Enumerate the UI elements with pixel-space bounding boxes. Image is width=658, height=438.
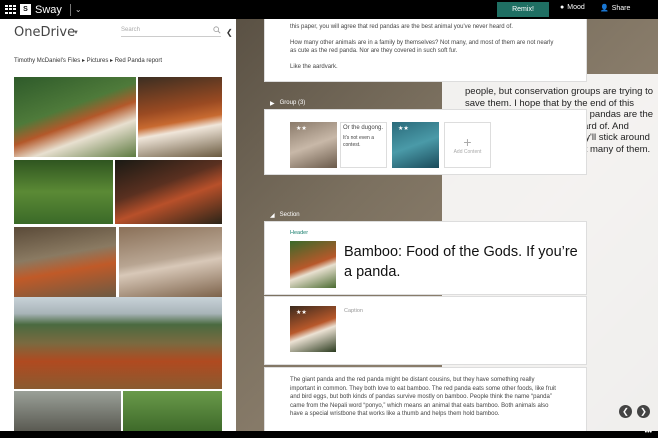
photo-thumbnail[interactable] <box>14 77 136 157</box>
section-label: Section <box>279 212 300 218</box>
header-image[interactable] <box>290 241 336 288</box>
breadcrumb-item[interactable]: Timothy McDaniel's Files <box>14 58 80 64</box>
text-card[interactable]: The giant panda and the red panda might … <box>265 368 586 431</box>
add-content-label: Add Content <box>453 149 482 155</box>
header-text[interactable]: Bamboo: Food of the Gods. If you’re a pa… <box>344 242 579 282</box>
previous-icon[interactable]: ❮ <box>619 405 632 418</box>
rating-stars-icon: ★★ <box>398 126 409 132</box>
app-launcher-icon[interactable] <box>5 4 17 15</box>
card-link[interactable]: Like the aardvark. <box>290 63 561 72</box>
mood-icon: ● <box>560 4 565 11</box>
dugong-thumbnail[interactable]: ★★ <box>392 122 439 168</box>
collapse-arrow-icon[interactable]: ◢ <box>270 212 275 219</box>
share-label: Share <box>611 4 631 12</box>
image-thumbnail[interactable]: ★★ <box>290 306 336 352</box>
photo-thumbnail[interactable] <box>14 297 222 389</box>
text-thumbnail[interactable]: Or the dugong. It's not even a contest. <box>340 122 387 168</box>
breadcrumb-separator: ▸ <box>81 58 85 64</box>
photo-thumbnail[interactable] <box>14 160 113 224</box>
app-name: Sway <box>35 3 62 16</box>
plus-icon: + <box>463 134 472 150</box>
photo-thumbnail[interactable] <box>123 391 222 431</box>
share-button[interactable]: 👤 Share <box>600 4 631 13</box>
storyline-canvas: people, but conservation groups are tryi… <box>236 19 658 431</box>
photo-thumbnail[interactable] <box>119 227 222 298</box>
search-icon[interactable] <box>213 26 221 34</box>
rating-stars-icon: ★★ <box>296 126 307 132</box>
expand-arrow-icon[interactable]: ▶ <box>270 100 275 107</box>
photo-thumbnail[interactable] <box>115 160 222 224</box>
card-paragraph: How many other animals are in a family b… <box>290 39 554 55</box>
group-label: Group (3) <box>279 100 306 106</box>
bottom-bar: ••• <box>0 429 658 438</box>
group-text: It's not even a contest. <box>343 135 374 148</box>
breadcrumb-item[interactable]: Pictures <box>87 58 109 64</box>
header-card[interactable]: Header Bamboo: Food of the Gods. If you’… <box>265 222 586 294</box>
photo-thumbnail[interactable] <box>14 391 121 431</box>
add-content-button[interactable]: + Add Content <box>444 122 491 168</box>
chevron-down-icon[interactable]: ⌄ <box>75 5 82 14</box>
group-card[interactable]: ★★ Or the dugong. It's not even a contes… <box>265 110 586 174</box>
sway-logo-icon: S <box>20 4 31 15</box>
photo-thumbnail[interactable] <box>14 227 116 298</box>
breadcrumb-separator: ▸ <box>110 58 114 64</box>
remix-button[interactable]: Remix! <box>497 2 549 17</box>
search-input[interactable]: Search <box>121 26 221 37</box>
image-card[interactable]: ★★ Caption <box>265 297 586 364</box>
breadcrumb-item: Red Panda report <box>114 58 163 64</box>
panel-title: OneDrive <box>14 25 76 40</box>
photo-thumbnail[interactable] <box>138 77 222 157</box>
caption-field[interactable]: Caption <box>344 308 363 314</box>
card-paragraph: this paper, you will agree that red pand… <box>290 24 513 30</box>
section-header[interactable]: ◢ Section <box>265 209 586 221</box>
source-dropdown-icon[interactable]: ▼ <box>73 30 79 36</box>
more-options-icon[interactable]: ••• <box>645 429 652 436</box>
topbar-divider <box>69 3 71 16</box>
breadcrumb: Timothy McDaniel's Files ▸ Pictures ▸ Re… <box>14 57 162 64</box>
mood-button[interactable]: ● Mood <box>560 4 585 11</box>
card-paragraph: The giant panda and the red panda might … <box>290 377 556 417</box>
search-placeholder: Search <box>121 27 141 33</box>
rating-stars-icon: ★★ <box>296 310 307 316</box>
group-text: Or the dugong. <box>343 125 384 131</box>
header-label: Header <box>290 230 309 236</box>
group-header[interactable]: ▶ Group (3) <box>265 97 586 109</box>
aardvark-thumbnail[interactable]: ★★ <box>290 122 337 168</box>
collapse-panel-icon[interactable]: ❮ <box>226 28 233 37</box>
text-card[interactable]: this paper, you will agree that red pand… <box>265 19 586 81</box>
mood-label: Mood <box>567 4 585 11</box>
next-icon[interactable]: ❯ <box>637 405 650 418</box>
onedrive-panel: OneDrive ▼ Search ❮ Timothy McDaniel's F… <box>0 19 236 431</box>
share-icon: 👤 <box>600 5 609 12</box>
